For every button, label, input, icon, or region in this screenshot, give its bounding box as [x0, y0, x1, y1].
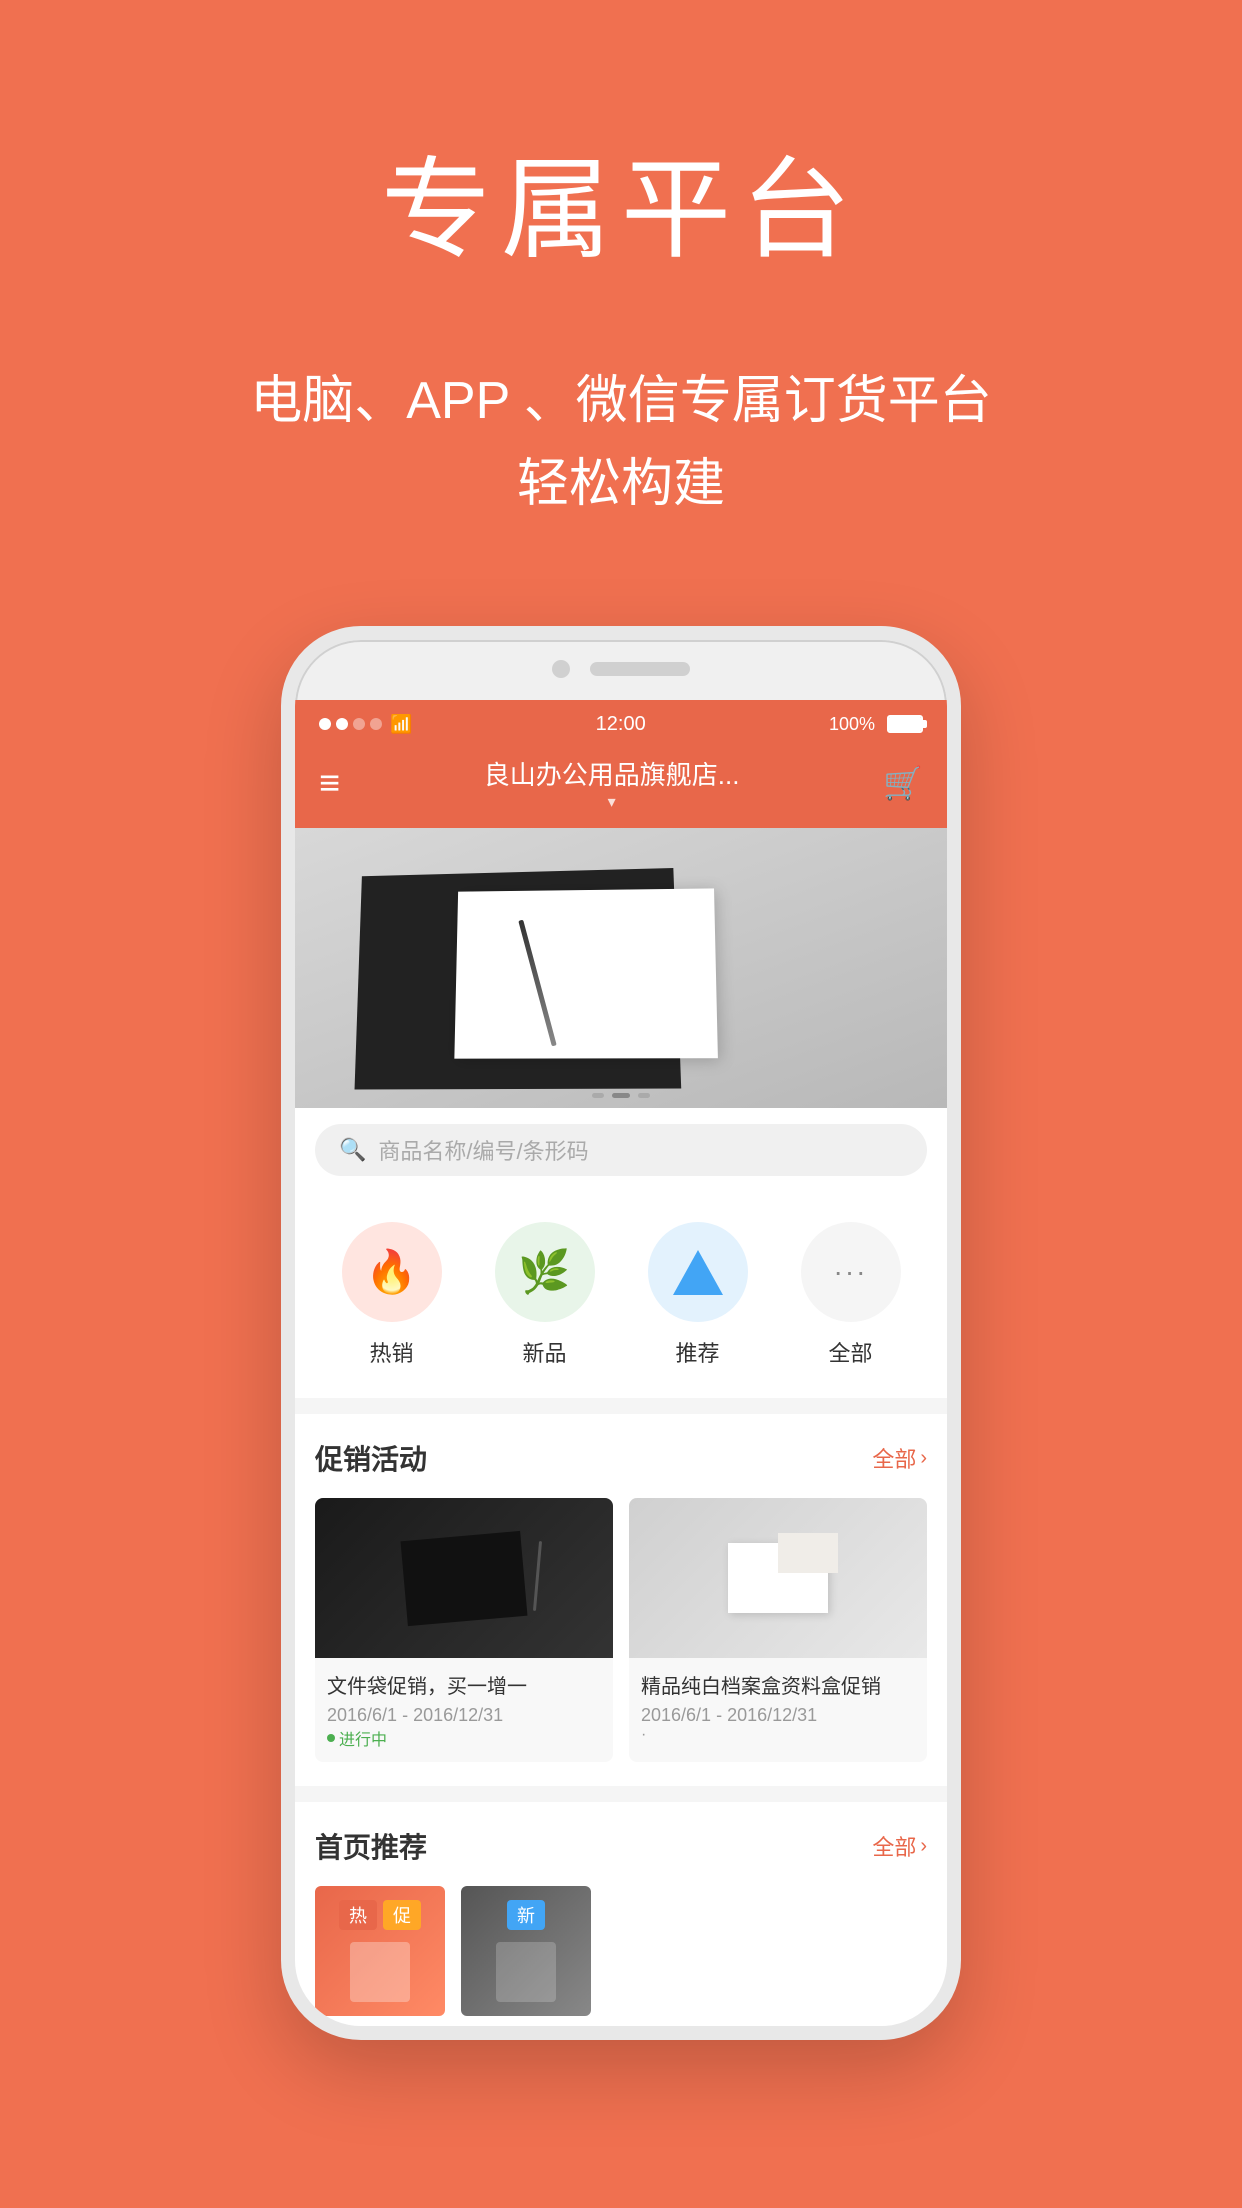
all-label: 全部	[828, 1336, 872, 1368]
signal-dot-2	[336, 718, 348, 730]
nav-bar: ≡ 良山办公用品旗舰店... ▾ 🛒	[295, 748, 947, 828]
promotions-more[interactable]: 全部 ›	[872, 1442, 927, 1474]
tag-new: 新	[507, 1900, 545, 1930]
phone-top-notch	[295, 660, 947, 678]
signal-dot-3	[353, 718, 365, 730]
recommend-icon-circle	[648, 1222, 748, 1322]
page-wrapper: 专属平台 电脑、APP 、微信专属订货平台 轻松构建	[0, 0, 1242, 2208]
category-all[interactable]: ··· 全部	[801, 1222, 901, 1368]
all-icon-circle: ···	[801, 1222, 901, 1322]
new-icon: 🌿	[518, 1248, 570, 1297]
menu-icon[interactable]: ≡	[319, 762, 340, 804]
hot-icon: 🔥	[365, 1248, 417, 1297]
search-container: 🔍 商品名称/编号/条形码	[295, 1108, 947, 1192]
recommendations-more[interactable]: 全部 ›	[872, 1830, 927, 1862]
status-time: 12:00	[596, 713, 646, 736]
status-left: 📶	[319, 714, 412, 735]
banner-dots	[295, 1093, 947, 1098]
promo-img-2-content	[728, 1543, 828, 1613]
bottom-product-row: 热 促 新	[315, 1886, 927, 2016]
battery-fill	[889, 717, 921, 731]
all-icon: ···	[834, 1256, 868, 1288]
recommendations-header: 首页推荐 全部 ›	[315, 1826, 927, 1866]
promotions-title: 促销活动	[315, 1438, 427, 1478]
nav-center: 良山办公用品旗舰店... ▾	[340, 755, 883, 812]
tag-promo: 促	[383, 1900, 421, 1930]
new-label: 新品	[522, 1336, 566, 1368]
hero-subtitle: 电脑、APP 、微信专属订货平台 轻松构建	[250, 360, 992, 526]
promotion-card-2[interactable]: 精品纯白档案盒资料盒促销 2016/6/1 - 2016/12/31 ·	[629, 1498, 927, 1762]
banner-dot-1	[592, 1093, 604, 1098]
new-icon-circle: 🌿	[495, 1222, 595, 1322]
product-tags-2: 新	[507, 1900, 545, 1930]
notebook-white	[454, 889, 718, 1059]
bottom-product-2[interactable]: 新	[461, 1886, 591, 2016]
promo-card-2-name: 精品纯白档案盒资料盒促销	[641, 1670, 915, 1699]
promotion-cards: 文件袋促销，买一增一 2016/6/1 - 2016/12/31 进行中	[315, 1498, 927, 1762]
promo-pen	[533, 1541, 542, 1611]
promo-dark-notebook	[401, 1531, 528, 1626]
store-name: 良山办公用品旗舰店...	[474, 755, 750, 792]
banner-image	[295, 828, 947, 1108]
promo-paper	[778, 1533, 838, 1573]
promo-card-1-name: 文件袋促销，买一增一	[327, 1670, 601, 1699]
product-icon-1	[350, 1942, 410, 2002]
promo-card-1-status: 进行中	[327, 1726, 601, 1750]
recommendations-title: 首页推荐	[315, 1826, 427, 1866]
phone-speaker	[590, 662, 690, 676]
promo-card-2-date: 2016/6/1 - 2016/12/31	[641, 1705, 915, 1726]
signal-dot-1	[319, 718, 331, 730]
phone-screen: 📶 12:00 100% ≡ 良山办公用品旗舰店... ▾ 🛒	[295, 700, 947, 2026]
hot-icon-circle: 🔥	[342, 1222, 442, 1322]
promotion-card-1[interactable]: 文件袋促销，买一增一 2016/6/1 - 2016/12/31 进行中	[315, 1498, 613, 1762]
bottom-product-2-inner: 新	[496, 1900, 556, 2002]
promotions-more-arrow: ›	[920, 1447, 927, 1470]
promo-card-2-info: 精品纯白档案盒资料盒促销 2016/6/1 - 2016/12/31 ·	[629, 1658, 927, 1756]
product-icon-2	[496, 1942, 556, 2002]
status-green-dot	[327, 1734, 335, 1742]
status-right: 100%	[829, 714, 923, 735]
promotions-section: 促销活动 全部 ›	[295, 1414, 947, 1786]
promo-img-1-content	[404, 1536, 524, 1621]
category-new[interactable]: 🌿 新品	[495, 1222, 595, 1368]
search-icon: 🔍	[339, 1137, 366, 1163]
hot-label: 热销	[369, 1336, 413, 1368]
recommendations-section: 首页推荐 全部 › 热 促	[295, 1802, 947, 2026]
category-recommend[interactable]: 推荐	[648, 1222, 748, 1368]
bottom-product-1-inner: 热 促	[339, 1900, 421, 2002]
battery-icon	[887, 715, 923, 733]
bottom-product-1[interactable]: 热 促	[315, 1886, 445, 2016]
promo-card-2-image	[629, 1498, 927, 1658]
search-placeholder: 商品名称/编号/条形码	[378, 1134, 588, 1166]
categories: 🔥 热销 🌿 新品 推荐	[295, 1192, 947, 1398]
cart-icon[interactable]: 🛒	[883, 764, 923, 802]
recommend-triangle-icon	[673, 1250, 723, 1295]
signal-dot-4	[370, 718, 382, 730]
banner-dot-3	[638, 1093, 650, 1098]
tag-hot: 热	[339, 1900, 377, 1930]
phone-camera	[552, 660, 570, 678]
battery-percent: 100%	[829, 714, 875, 735]
promo-card-1-info: 文件袋促销，买一增一 2016/6/1 - 2016/12/31 进行中	[315, 1658, 613, 1762]
promo-card-1-image	[315, 1498, 613, 1658]
promo-card-2-status: ·	[641, 1726, 915, 1744]
promo-card-1-date: 2016/6/1 - 2016/12/31	[327, 1705, 601, 1726]
wifi-icon: 📶	[390, 714, 412, 735]
reco-more-arrow: ›	[920, 1835, 927, 1858]
nav-dropdown-arrow[interactable]: ▾	[608, 792, 616, 812]
notebook-illustration	[355, 848, 887, 1088]
status-bar: 📶 12:00 100%	[295, 700, 947, 748]
hero-title: 专属平台	[381, 120, 861, 280]
banner-dot-2	[612, 1093, 630, 1098]
recommend-label: 推荐	[675, 1336, 719, 1368]
signal-dots	[319, 718, 382, 730]
promotions-header: 促销活动 全部 ›	[315, 1438, 927, 1478]
category-hot[interactable]: 🔥 热销	[342, 1222, 442, 1368]
banner[interactable]	[295, 828, 947, 1108]
search-bar[interactable]: 🔍 商品名称/编号/条形码	[315, 1124, 927, 1176]
product-tags-1: 热 促	[339, 1900, 421, 1930]
phone-mockup: 📶 12:00 100% ≡ 良山办公用品旗舰店... ▾ 🛒	[281, 626, 961, 2040]
